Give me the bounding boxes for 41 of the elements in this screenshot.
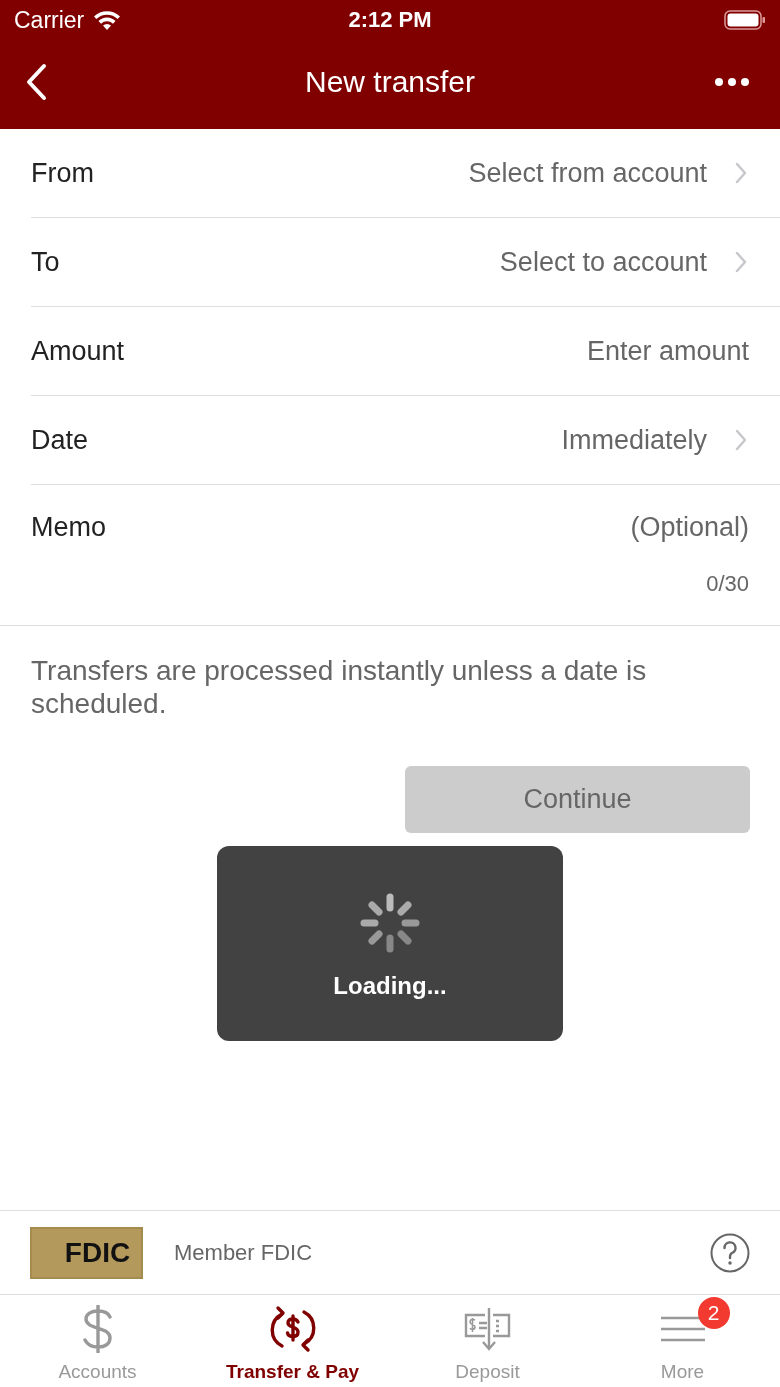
help-button[interactable] (710, 1232, 750, 1273)
field-value: Select from account (468, 157, 707, 189)
loading-label: Loading... (333, 971, 447, 1000)
field-value: Select to account (499, 246, 707, 278)
ellipsis-icon (714, 76, 750, 87)
input-field[interactable]: Memo (Optional) 0/30 (31, 485, 780, 625)
footer-text: Member FDIC (174, 1239, 314, 1266)
field-label: Amount (31, 335, 126, 367)
chevron-icon (735, 162, 747, 184)
field-value: Immediately (561, 424, 707, 456)
fdic-logo: FDIC (30, 1226, 143, 1279)
menu-icon (659, 1314, 706, 1344)
notification-badge: 2 (697, 1297, 730, 1329)
tab[interactable]: 2 More (585, 1295, 780, 1387)
window-title: New transfer (304, 64, 476, 99)
character-counter: 0/30 (706, 571, 749, 597)
field-label: Memo (31, 512, 107, 543)
notice-text: Transfers are processed instantly unless a date is scheduled. (31, 654, 648, 720)
input-field[interactable]: Amount Enter amount (31, 307, 780, 396)
back-button[interactable] (24, 62, 48, 101)
help-icon (710, 1232, 750, 1273)
field-label: From (31, 157, 95, 189)
field-placeholder: Enter amount (586, 335, 749, 367)
select-row[interactable]: Date Immediately (31, 396, 780, 485)
dollar-icon (80, 1305, 115, 1353)
check-deposit-icon (462, 1306, 513, 1352)
chevron-icon (735, 429, 747, 451)
select-row[interactable]: From Select from account (31, 129, 780, 218)
field-label: Date (31, 424, 90, 456)
back-icon (24, 62, 48, 101)
chevron-icon (735, 251, 747, 273)
field-label: To (31, 246, 61, 278)
carrier-name: Carrier (14, 6, 85, 34)
spinner-icon (359, 891, 421, 954)
tab[interactable]: Transfer & Pay (195, 1295, 390, 1387)
status-time: 2:12 PM (348, 7, 432, 33)
select-row[interactable]: To Select to account (31, 218, 780, 307)
more-options-button[interactable] (714, 76, 750, 87)
battery-icon (724, 9, 766, 31)
field-placeholder: (Optional) (630, 512, 749, 543)
wifi-icon (92, 9, 123, 31)
